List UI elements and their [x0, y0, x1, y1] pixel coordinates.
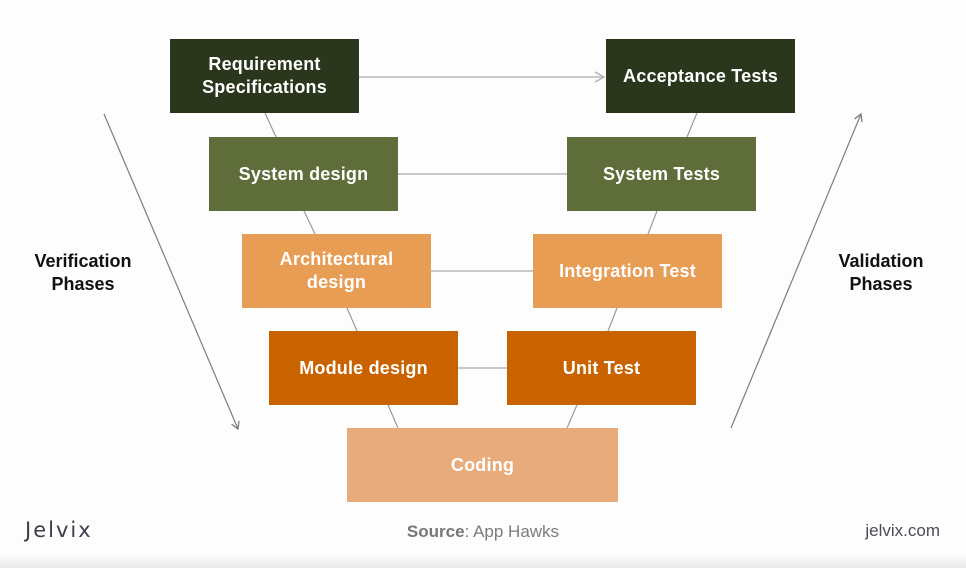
- phase-label-line2: design: [306, 272, 367, 292]
- phase-box-system-design: System design: [209, 137, 398, 211]
- source-credit: Source: App Hawks: [0, 522, 966, 542]
- connector-left-2: [303, 210, 316, 235]
- connector-left-1: [264, 112, 277, 138]
- verification-phases-label: Verification Phases: [13, 250, 153, 296]
- connector-left-4: [387, 404, 399, 429]
- phase-label-line1: Requirement: [208, 54, 321, 74]
- verification-label-line1: Verification: [34, 251, 132, 271]
- phase-label: Unit Test: [562, 357, 641, 378]
- connector-right-3: [607, 307, 618, 332]
- phase-box-acceptance-tests: Acceptance Tests: [606, 39, 795, 113]
- v-model-diagram: Requirement Specifications System design…: [0, 0, 966, 568]
- phase-label: Integration Test: [559, 260, 696, 281]
- phase-box-unit-test: Unit Test: [507, 331, 696, 405]
- phase-label: System Tests: [602, 163, 721, 184]
- phase-box-architectural-design: Architectural design: [242, 234, 431, 308]
- source-key: Source: [406, 522, 465, 541]
- bottom-shadow: [0, 554, 966, 568]
- phase-label: Coding: [450, 454, 515, 475]
- validation-label-line1: Validation: [838, 251, 924, 271]
- phase-label-line2: Specifications: [202, 77, 327, 97]
- connector-left-3: [346, 307, 358, 332]
- validation-phases-label: Validation Phases: [811, 250, 951, 296]
- phase-box-integration-test: Integration Test: [533, 234, 722, 308]
- phase-box-requirement-specifications: Requirement Specifications: [170, 39, 359, 113]
- connector-right-4: [566, 404, 578, 429]
- phase-label: Acceptance Tests: [623, 65, 778, 86]
- verification-label-line2: Phases: [51, 274, 115, 294]
- validation-label-line2: Phases: [849, 274, 913, 294]
- source-value: : App Hawks: [464, 522, 560, 541]
- phase-box-coding: Coding: [347, 428, 618, 502]
- phase-box-module-design: Module design: [269, 331, 458, 405]
- phase-label-line1: Architectural: [279, 249, 394, 269]
- connector-right-2: [647, 210, 658, 235]
- footer-url-link[interactable]: jelvix.com: [865, 521, 940, 541]
- phase-label: System design: [238, 163, 369, 184]
- phase-label: Module design: [299, 357, 428, 378]
- connector-right-1: [686, 112, 698, 138]
- phase-box-system-tests: System Tests: [567, 137, 756, 211]
